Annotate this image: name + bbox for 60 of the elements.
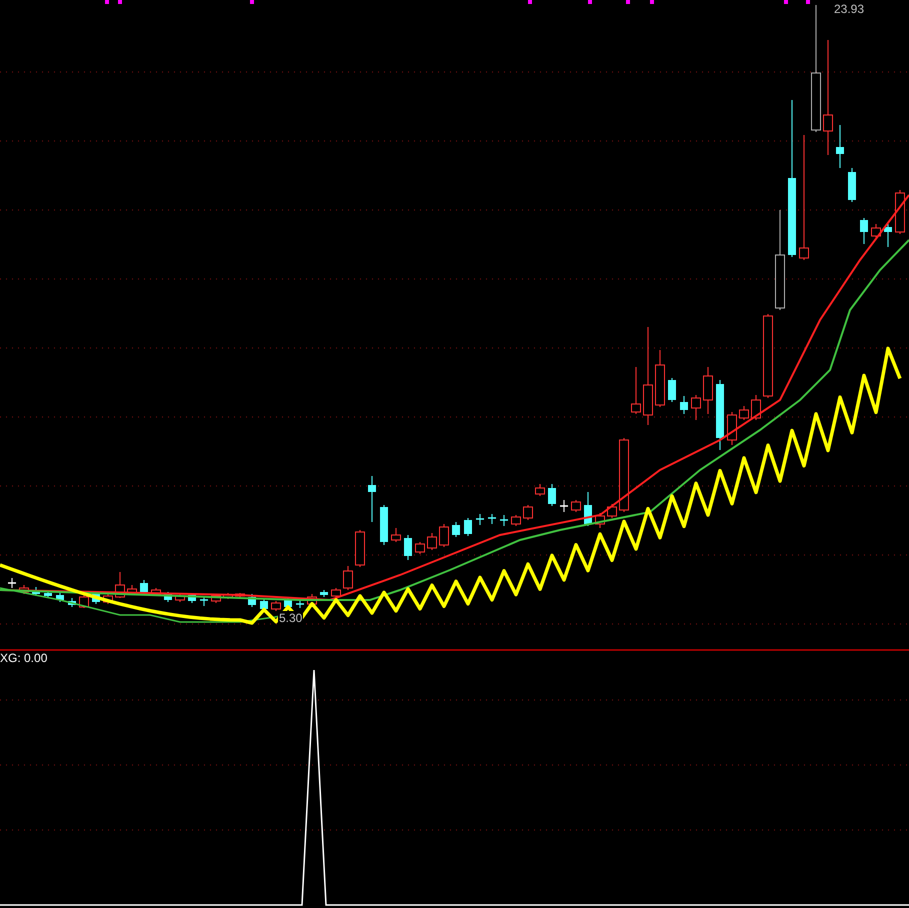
candlestick bbox=[404, 534, 412, 560]
candlestick bbox=[836, 124, 844, 168]
candlestick bbox=[320, 590, 328, 598]
candlestick bbox=[355, 530, 365, 568]
candlestick bbox=[464, 518, 472, 536]
candlestick bbox=[655, 350, 665, 408]
candlestick bbox=[415, 542, 425, 554]
candlestick bbox=[368, 476, 376, 522]
candlestick bbox=[751, 394, 761, 420]
candlestick bbox=[595, 512, 605, 528]
candlestick bbox=[331, 588, 341, 598]
candlestick bbox=[703, 366, 713, 414]
candlestick bbox=[511, 514, 521, 526]
candlestick bbox=[631, 366, 641, 414]
candlestick bbox=[19, 584, 29, 594]
candlestick bbox=[691, 394, 701, 420]
candlestick bbox=[860, 218, 868, 244]
candlestick bbox=[103, 592, 113, 604]
candlestick bbox=[571, 500, 581, 512]
candlestick bbox=[32, 586, 40, 596]
candlestick bbox=[848, 168, 856, 202]
candlestick bbox=[560, 500, 568, 512]
candlestick bbox=[68, 598, 76, 608]
candlestick bbox=[175, 594, 185, 602]
candlestick bbox=[140, 580, 148, 594]
candlestick bbox=[56, 592, 64, 602]
candlestick bbox=[380, 504, 388, 546]
candlestick bbox=[271, 600, 281, 612]
candlestick bbox=[727, 412, 737, 446]
candlestick bbox=[716, 380, 724, 450]
candlestick bbox=[668, 378, 676, 402]
candlestick bbox=[391, 528, 401, 542]
candlestick bbox=[607, 504, 617, 518]
candlestick bbox=[895, 190, 905, 234]
candlestick bbox=[211, 594, 221, 604]
candlestick bbox=[427, 532, 437, 550]
candlestick bbox=[200, 596, 208, 606]
candlestick bbox=[296, 600, 304, 608]
candlestick bbox=[584, 492, 592, 526]
indicator-title: XG: 0.00 bbox=[0, 651, 48, 665]
high-price-label: 23.93 bbox=[834, 2, 864, 16]
candlestick bbox=[884, 222, 892, 248]
candlestick bbox=[739, 406, 749, 420]
candlestick bbox=[8, 578, 16, 588]
candlestick bbox=[548, 484, 556, 506]
candlestick bbox=[476, 514, 484, 526]
candlestick bbox=[680, 396, 688, 414]
candlestick bbox=[164, 592, 172, 602]
candlestick bbox=[488, 514, 496, 524]
candlestick bbox=[248, 594, 256, 608]
candlestick bbox=[500, 514, 508, 526]
candlestick bbox=[115, 572, 125, 598]
candlestick bbox=[343, 566, 353, 590]
candlestick bbox=[535, 484, 545, 496]
candlestick bbox=[439, 524, 449, 548]
candlestick bbox=[523, 504, 533, 520]
candlestick bbox=[871, 224, 881, 240]
candlestick bbox=[452, 522, 460, 538]
candlestick bbox=[223, 592, 233, 600]
low-price-label: 5.30 bbox=[278, 611, 304, 625]
